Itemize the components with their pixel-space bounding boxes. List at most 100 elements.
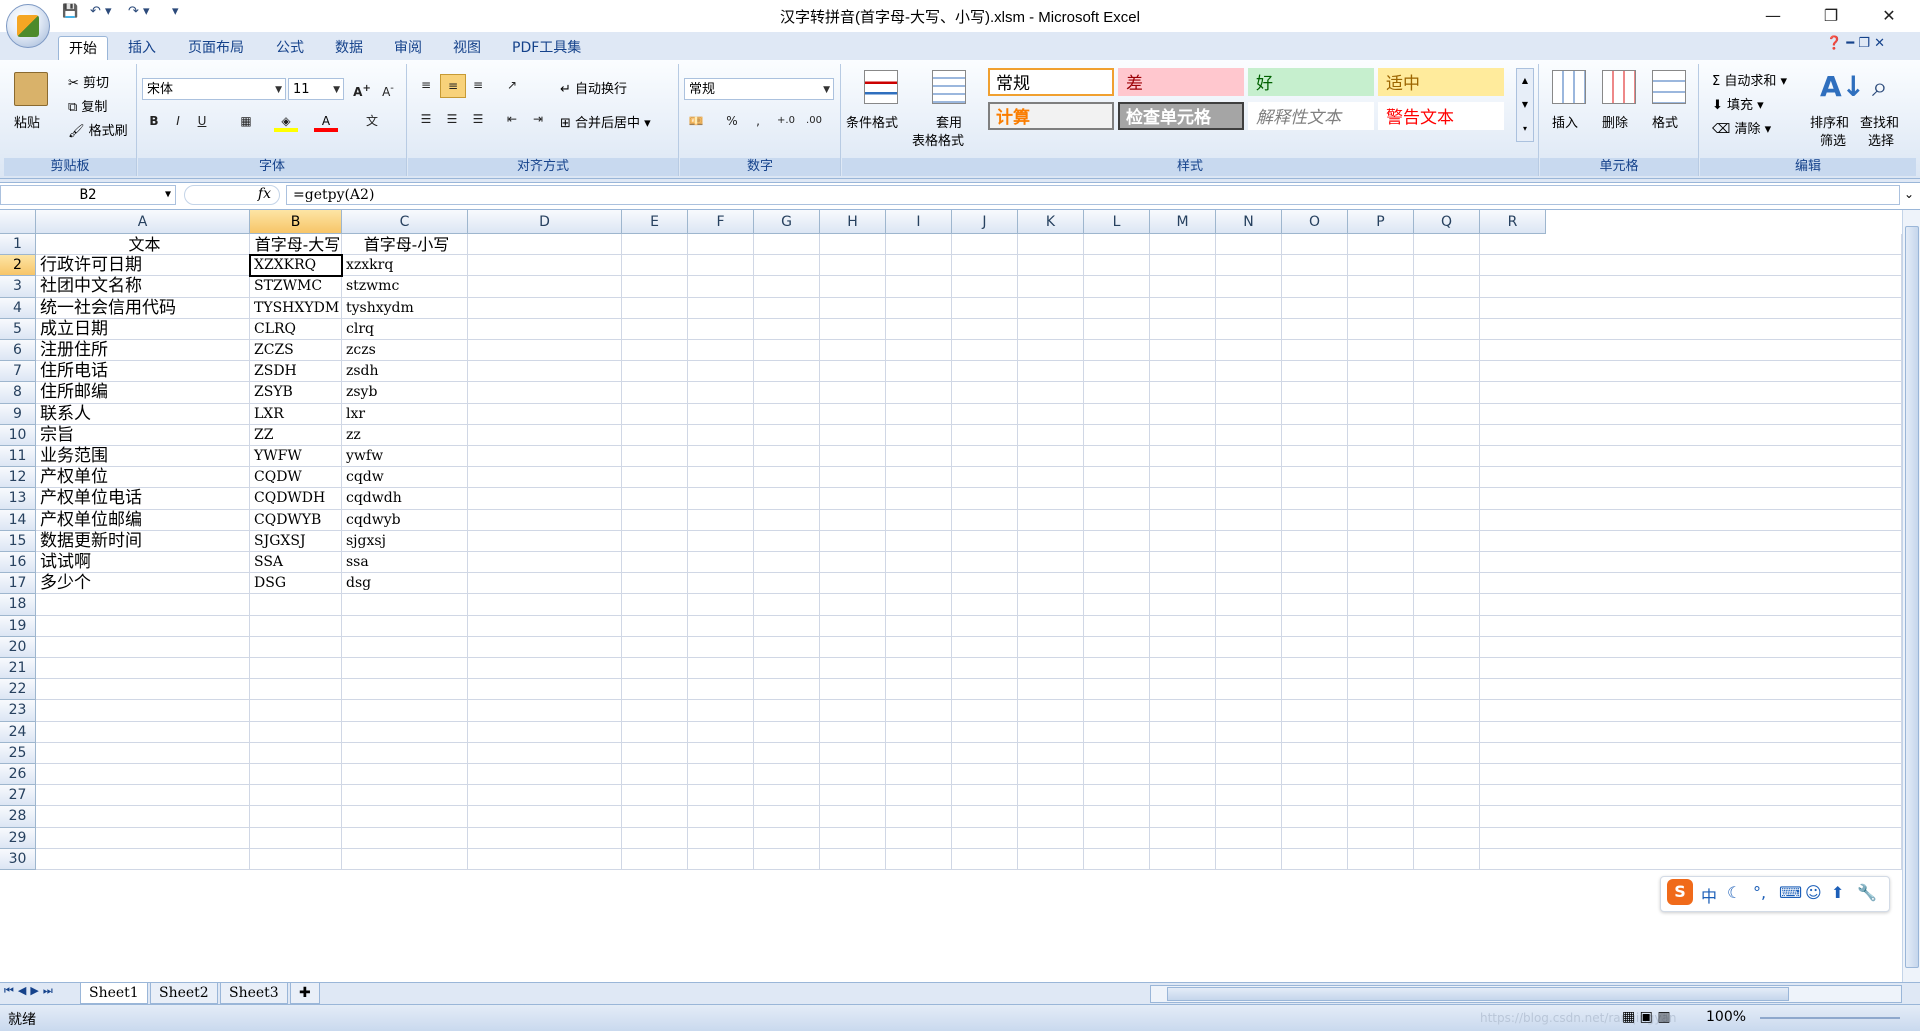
- shrink-font-button[interactable]: A-: [376, 78, 400, 100]
- cell[interactable]: [688, 382, 754, 404]
- column-header[interactable]: K: [1018, 210, 1084, 234]
- cell[interactable]: [688, 255, 754, 277]
- column-header[interactable]: H: [820, 210, 886, 234]
- cell[interactable]: [250, 679, 342, 701]
- style-cell[interactable]: 检查单元格: [1118, 102, 1244, 130]
- cell[interactable]: ZCZS: [250, 340, 342, 362]
- cell[interactable]: [754, 446, 820, 468]
- cell[interactable]: [1414, 594, 1480, 616]
- tab-data[interactable]: 数据: [325, 36, 373, 60]
- cell[interactable]: 产权单位邮编: [36, 509, 250, 531]
- cell[interactable]: [1414, 361, 1480, 383]
- cell[interactable]: [688, 764, 754, 786]
- cell[interactable]: [1150, 255, 1216, 277]
- cell[interactable]: [754, 297, 820, 319]
- cell[interactable]: [1348, 340, 1414, 362]
- cell[interactable]: [754, 340, 820, 362]
- clear-button[interactable]: ⌫ 清除 ▾: [1712, 118, 1771, 137]
- cell[interactable]: [1084, 403, 1150, 425]
- cell[interactable]: [1018, 636, 1084, 658]
- cell[interactable]: [688, 297, 754, 319]
- sheet-nav-arrows[interactable]: ⏮◀▶⏭: [4, 984, 57, 998]
- style-cell[interactable]: 适中: [1378, 68, 1504, 96]
- row-header[interactable]: 17: [0, 573, 36, 595]
- cell[interactable]: [886, 276, 952, 298]
- cell[interactable]: [754, 467, 820, 489]
- cell[interactable]: [342, 615, 468, 637]
- cell[interactable]: [622, 827, 688, 849]
- row-header[interactable]: 4: [0, 297, 36, 319]
- user-icon[interactable]: ☺: [1805, 883, 1822, 902]
- cell[interactable]: [342, 721, 468, 743]
- cell[interactable]: [1282, 446, 1348, 468]
- cell[interactable]: [622, 318, 688, 340]
- cell[interactable]: [886, 424, 952, 446]
- cell[interactable]: [1018, 361, 1084, 383]
- cell[interactable]: [1348, 848, 1414, 870]
- cell[interactable]: [820, 679, 886, 701]
- cell[interactable]: [1348, 658, 1414, 680]
- cell[interactable]: [468, 721, 622, 743]
- cell[interactable]: [820, 552, 886, 574]
- cell[interactable]: [1216, 785, 1282, 807]
- cell[interactable]: [952, 255, 1018, 277]
- cell[interactable]: [1348, 742, 1414, 764]
- align-center-icon[interactable]: ☰: [440, 108, 464, 130]
- cell[interactable]: [1282, 276, 1348, 298]
- cell[interactable]: [886, 446, 952, 468]
- cell[interactable]: cqdw: [342, 467, 468, 489]
- cell[interactable]: [1150, 636, 1216, 658]
- cell[interactable]: [688, 276, 754, 298]
- cell[interactable]: LXR: [250, 403, 342, 425]
- cell[interactable]: [688, 318, 754, 340]
- cell[interactable]: [1084, 509, 1150, 531]
- cell[interactable]: [1414, 806, 1480, 828]
- cell[interactable]: [1018, 424, 1084, 446]
- cell[interactable]: [1282, 318, 1348, 340]
- zoom-level[interactable]: 100%: [1706, 1009, 1746, 1025]
- column-header[interactable]: J: [952, 210, 1018, 234]
- cell[interactable]: [1414, 382, 1480, 404]
- align-bottom-icon[interactable]: ≡: [466, 74, 490, 96]
- cell[interactable]: [1018, 234, 1084, 256]
- cell[interactable]: [1282, 700, 1348, 722]
- cell[interactable]: [622, 785, 688, 807]
- cell[interactable]: [1480, 636, 1902, 658]
- cell[interactable]: [1480, 361, 1902, 383]
- cell[interactable]: [1150, 424, 1216, 446]
- cell[interactable]: [1084, 742, 1150, 764]
- align-middle-icon[interactable]: ≡: [440, 74, 466, 98]
- cell[interactable]: [1216, 827, 1282, 849]
- comma-button[interactable]: ,: [746, 110, 770, 132]
- cell[interactable]: CLRQ: [250, 318, 342, 340]
- row-header[interactable]: 21: [0, 658, 36, 680]
- cell[interactable]: [1150, 615, 1216, 637]
- cell[interactable]: [754, 276, 820, 298]
- cell[interactable]: [1150, 827, 1216, 849]
- cell[interactable]: [622, 530, 688, 552]
- column-header[interactable]: Q: [1414, 210, 1480, 234]
- cell[interactable]: [1150, 764, 1216, 786]
- cell[interactable]: [1216, 340, 1282, 362]
- minimize-button[interactable]: —: [1744, 2, 1802, 30]
- cell[interactable]: [1414, 658, 1480, 680]
- cell[interactable]: ywfw: [342, 446, 468, 468]
- cell[interactable]: [1282, 467, 1348, 489]
- cell[interactable]: [468, 509, 622, 531]
- cell[interactable]: [1282, 615, 1348, 637]
- copy-button[interactable]: ⧉ 复制: [68, 96, 107, 115]
- cell[interactable]: [820, 403, 886, 425]
- cell[interactable]: [1018, 446, 1084, 468]
- cell[interactable]: [1084, 636, 1150, 658]
- cell[interactable]: [820, 658, 886, 680]
- cell[interactable]: [1480, 276, 1902, 298]
- column-header[interactable]: B: [250, 210, 342, 234]
- cell[interactable]: dsg: [342, 573, 468, 595]
- cell[interactable]: [1348, 785, 1414, 807]
- cell[interactable]: 社团中文名称: [36, 276, 250, 298]
- cell[interactable]: [1216, 530, 1282, 552]
- cell[interactable]: [468, 806, 622, 828]
- cell[interactable]: [1018, 276, 1084, 298]
- cell[interactable]: [886, 530, 952, 552]
- cell[interactable]: [250, 636, 342, 658]
